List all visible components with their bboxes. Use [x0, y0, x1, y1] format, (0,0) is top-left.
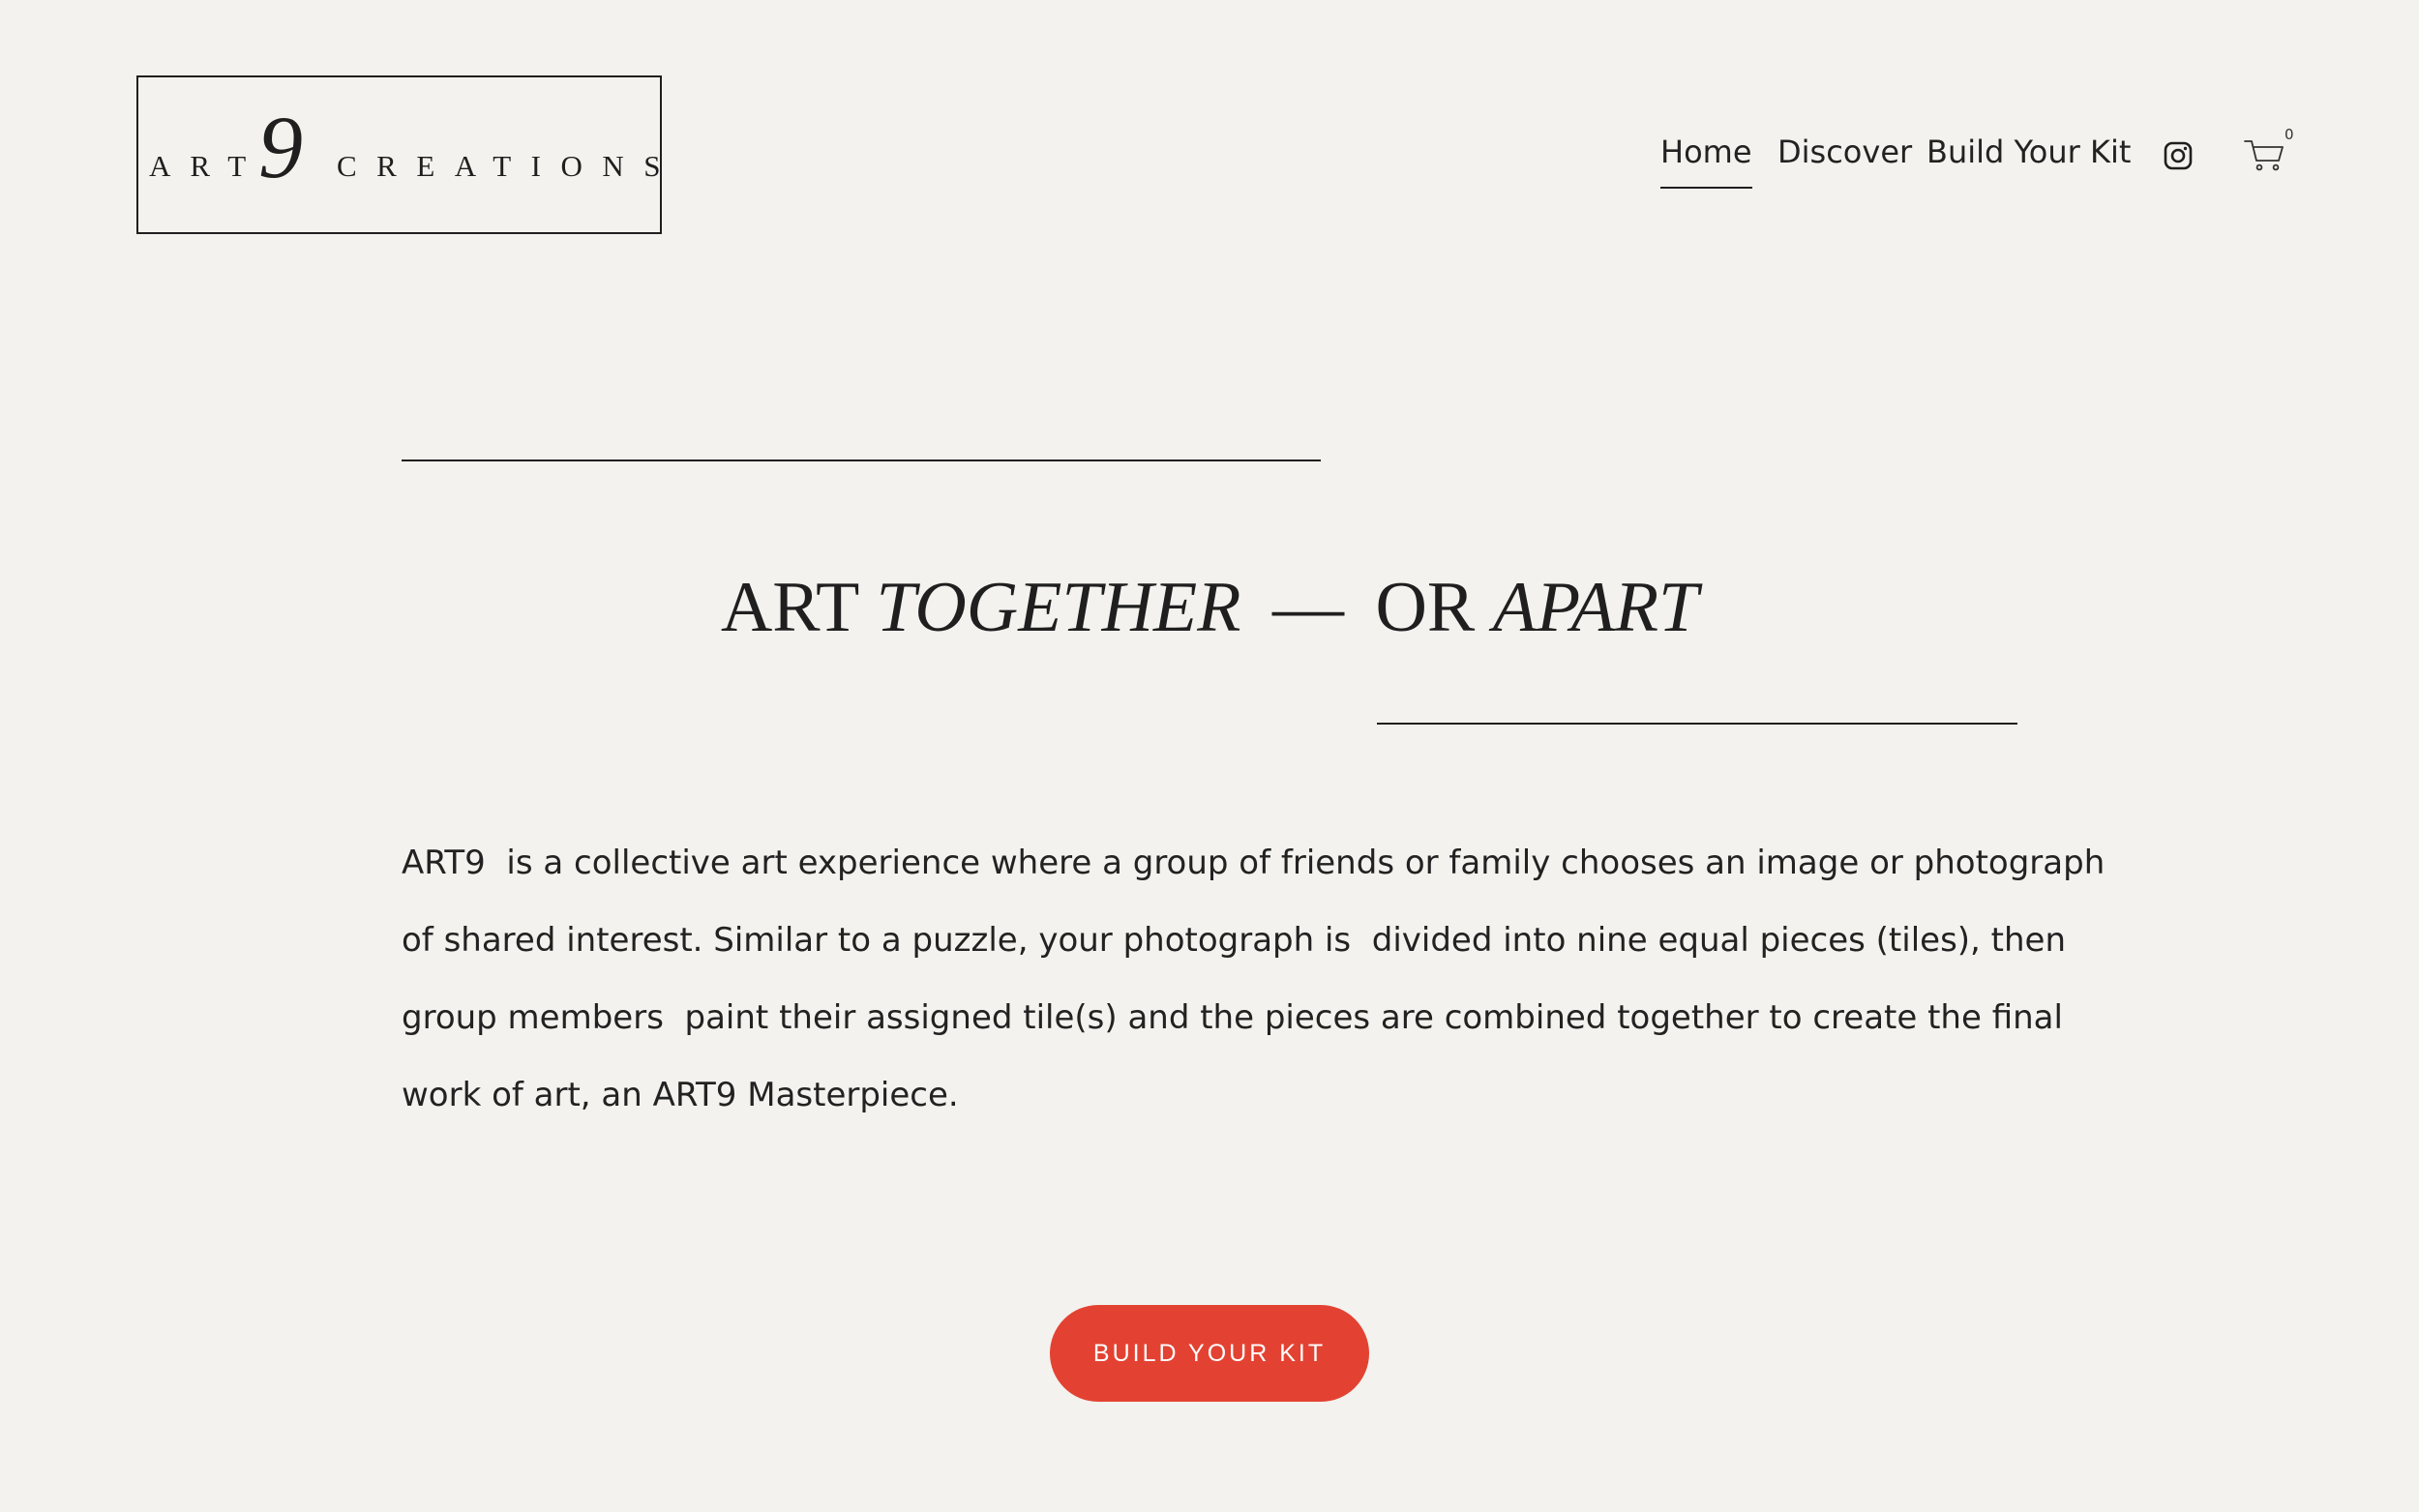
hero-headline: ART TOGETHER — OR APART: [0, 564, 2419, 651]
decorative-rule-bottom: [1377, 723, 2017, 725]
intro-line: of shared interest. Similar to a puzzle,…: [402, 921, 2067, 960]
intro-line: group members paint their assigned tile(…: [402, 998, 2063, 1037]
cart-icon[interactable]: [2244, 138, 2285, 173]
site-logo[interactable]: ART 9 CREATIONS: [136, 75, 662, 234]
logo-art-text: ART: [149, 149, 266, 183]
headline-together: TOGETHER: [876, 568, 1241, 647]
nav-home-link[interactable]: Home: [1660, 133, 1752, 189]
nav-build-your-kit-link[interactable]: Build Your Kit: [1926, 133, 2131, 182]
decorative-rule-top: [402, 460, 1321, 461]
intro-line: work of art, an ART9 Masterpiece.: [402, 1076, 959, 1114]
intro-paragraph: ART9 is a collective art experience wher…: [402, 824, 2105, 1134]
headline-apart: APART: [1492, 568, 1699, 647]
headline-dash: —: [1271, 568, 1344, 647]
intro-line: ART9 is a collective art experience wher…: [402, 844, 2105, 882]
cart-count-badge: 0: [2285, 126, 2294, 143]
nav-discover-link[interactable]: Discover: [1777, 133, 1912, 182]
logo-numeral: 9: [258, 98, 303, 196]
logo-creations-text: CREATIONS: [337, 149, 681, 183]
headline-art: ART: [720, 568, 859, 647]
build-your-kit-button[interactable]: BUILD YOUR KIT: [1050, 1305, 1369, 1402]
headline-or: OR: [1375, 568, 1476, 647]
instagram-icon[interactable]: [2164, 141, 2193, 170]
